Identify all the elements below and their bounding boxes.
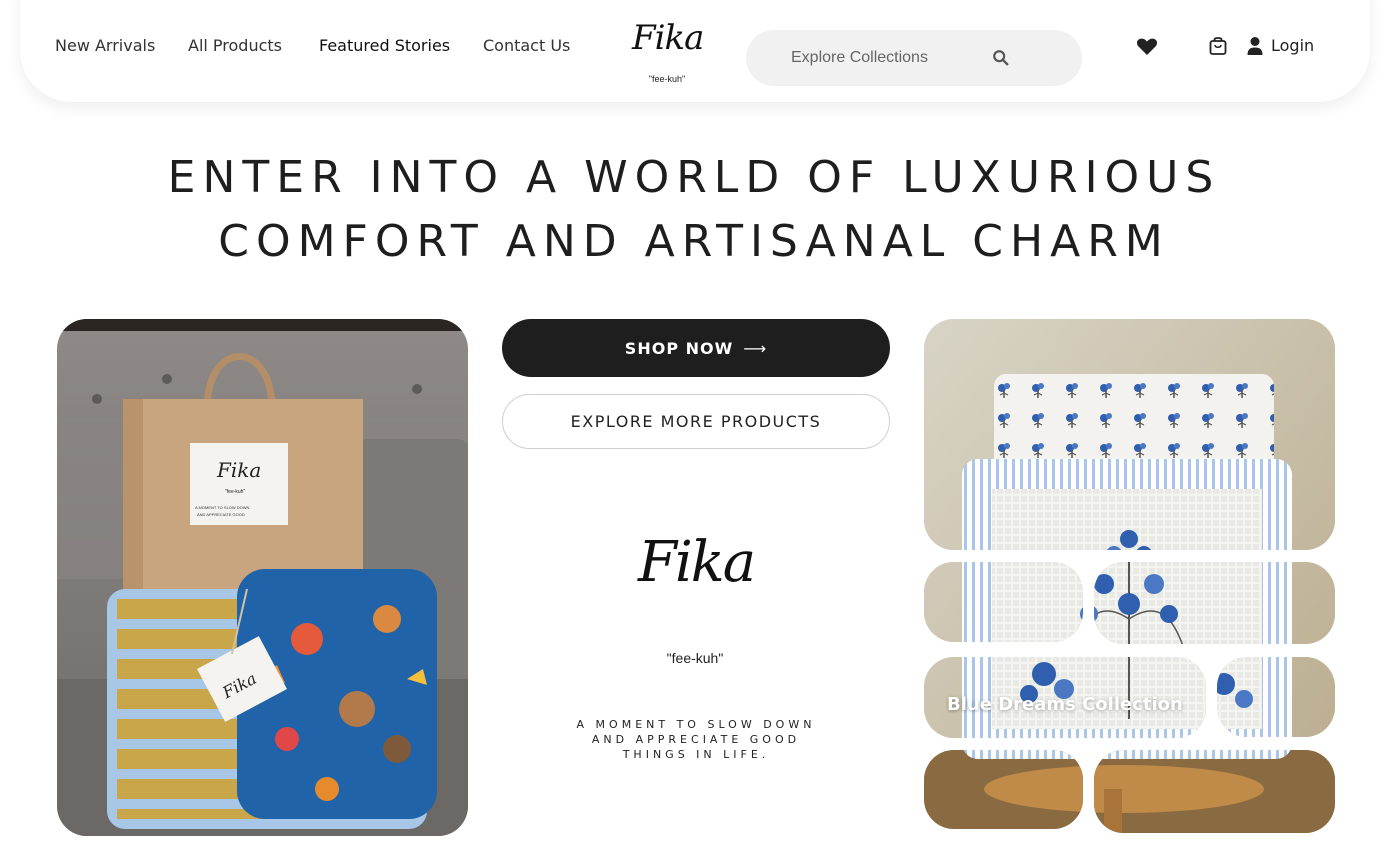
blue-dreams-collection-label[interactable]: Blue Dreams Collection [947, 694, 1183, 715]
svg-text:A MOMENT TO SLOW DOWN: A MOMENT TO SLOW DOWN [195, 505, 250, 510]
pillow-image-7 [1094, 750, 1335, 833]
gift-bag-illustration: Fika "fee-kuh" A MOMENT TO SLOW DOWN AND… [57, 319, 468, 836]
mosaic-tile-2 [924, 562, 1083, 642]
nav-featured-stories[interactable]: Featured Stories [319, 36, 450, 55]
hero-title-line-2: COMFORT AND ARTISANAL CHARM [218, 216, 1170, 267]
mosaic-tile-1 [924, 319, 1335, 550]
search-bar [746, 30, 1082, 86]
pillow-image-3 [1094, 562, 1335, 644]
center-pronunciation: "fee-kuh" [666, 650, 724, 666]
shop-now-label: SHOP NOW [624, 338, 734, 358]
brand-pronunciation: "fee-kuh" [648, 74, 686, 84]
hero-title: ENTER INTO A WORLD OF LUXURIOUS COMFORT … [0, 146, 1388, 274]
svg-text:"fee-kuh": "fee-kuh" [225, 489, 245, 495]
search-input[interactable] [746, 30, 1082, 86]
pillow-image-1 [924, 319, 1335, 550]
login-label: Login [1271, 36, 1315, 55]
mosaic-tile-7 [1094, 750, 1335, 833]
nav-new-arrivals[interactable]: New Arrivals [55, 36, 155, 55]
shopping-bag-icon[interactable] [1206, 34, 1230, 58]
center-logo-text: Fika [638, 530, 756, 595]
brand-logo[interactable]: Fika "fee-kuh" [612, 18, 722, 90]
brand-logo-text: Fika [632, 18, 704, 58]
mosaic-tile-6 [924, 750, 1083, 829]
mosaic-tile-5 [1217, 657, 1335, 737]
svg-text:AND APPRECIATE GOOD: AND APPRECIATE GOOD [197, 512, 245, 517]
gift-bag-photo[interactable]: Fika "fee-kuh" A MOMENT TO SLOW DOWN AND… [57, 319, 468, 836]
pillow-image-5 [1217, 657, 1335, 737]
shop-now-button[interactable]: SHOP NOW ⟶ [502, 319, 890, 377]
blue-dreams-mosaic[interactable] [924, 319, 1335, 834]
tagline-line-3: THINGS IN LIFE. [622, 748, 770, 761]
heart-icon[interactable] [1135, 34, 1159, 58]
explore-more-label: EXPLORE MORE PRODUCTS [570, 412, 822, 431]
tagline-line-2: AND APPRECIATE GOOD [591, 733, 801, 746]
pillow-image-6 [924, 750, 1083, 829]
arrow-right-icon: ⟶ [743, 338, 768, 358]
explore-more-button[interactable]: EXPLORE MORE PRODUCTS [502, 394, 890, 449]
nav-all-products[interactable]: All Products [188, 36, 282, 55]
nav-contact-us[interactable]: Contact Us [483, 36, 570, 55]
tagline-line-1: A MOMENT TO SLOW DOWN [576, 718, 816, 731]
svg-text:Fika: Fika [216, 458, 261, 482]
pillow-image-2 [924, 562, 1083, 642]
user-icon [1247, 37, 1263, 55]
mosaic-tile-3 [1094, 562, 1335, 644]
search-icon[interactable] [992, 49, 1010, 67]
hero-title-line-1: ENTER INTO A WORLD OF LUXURIOUS [167, 152, 1221, 203]
center-brand-logo: Fika "fee-kuh" [600, 530, 790, 670]
brand-tagline: A MOMENT TO SLOW DOWN AND APPRECIATE GOO… [540, 717, 852, 762]
